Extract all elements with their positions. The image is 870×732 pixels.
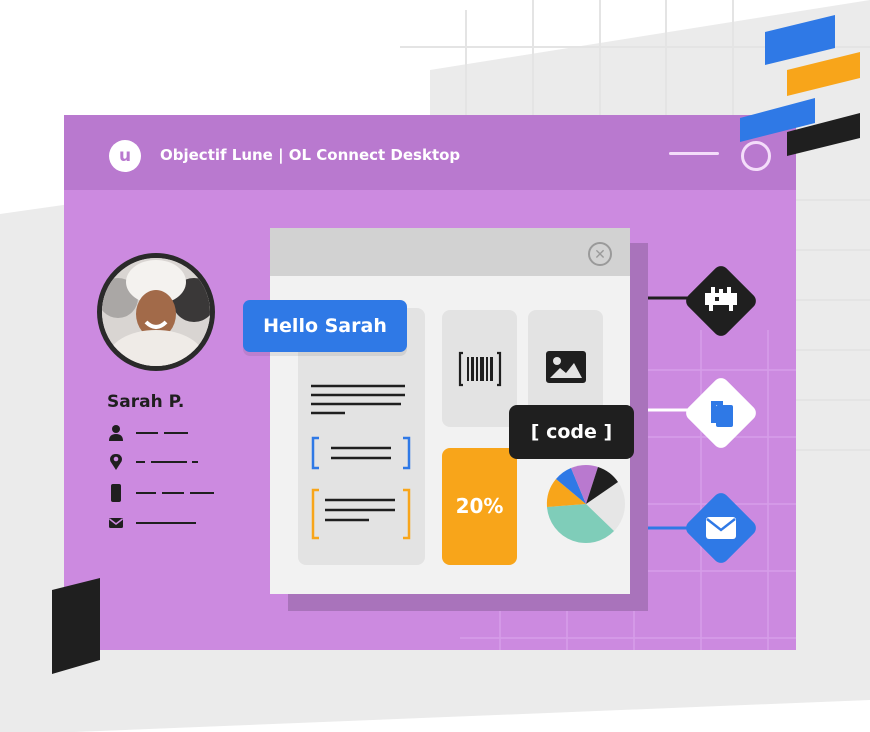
profile-field-email (108, 514, 228, 532)
location-pin-icon (110, 454, 122, 470)
text-lines (311, 384, 411, 540)
avatar-photo (102, 258, 210, 366)
close-icon[interactable]: ✕ (588, 242, 612, 266)
user-name: Sarah P. (107, 392, 185, 412)
app-logo: u (109, 140, 141, 172)
image-icon (546, 351, 586, 383)
decorative-block (52, 578, 100, 674)
phone-icon (111, 484, 121, 502)
envelope-icon (109, 518, 123, 528)
discount-tile: 20% (442, 448, 517, 565)
barcode-icon (458, 351, 502, 387)
minimize-button[interactable] (669, 152, 719, 155)
profile-field-phone (108, 484, 228, 502)
app-title: Objectif Lune | OL Connect Desktop (160, 146, 461, 164)
mail-icon (706, 517, 736, 539)
avatar (97, 253, 215, 371)
profile-field-location (108, 453, 228, 471)
code-tag: [ code ] (509, 405, 634, 459)
user-icon (109, 425, 123, 441)
output-print[interactable] (682, 262, 760, 340)
greeting-tag: Hello Sarah (243, 300, 407, 352)
profile-field-user (108, 424, 228, 442)
print-icon (705, 287, 737, 311)
output-copy[interactable] (682, 374, 760, 452)
document-header (270, 228, 630, 276)
copy-icon (711, 401, 733, 427)
output-mail[interactable] (682, 489, 760, 567)
decorative-stripes (740, 15, 860, 156)
pie-chart (546, 465, 625, 543)
